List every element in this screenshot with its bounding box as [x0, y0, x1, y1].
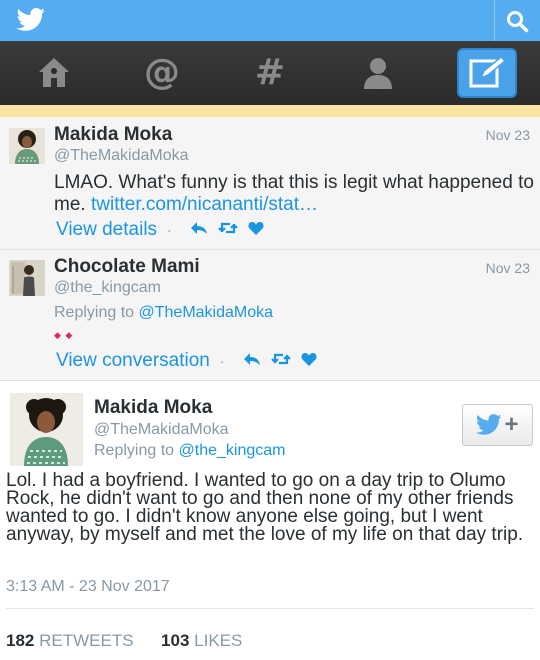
view-details-link[interactable]: View details — [56, 219, 157, 241]
retweets-label: RETWEETS — [39, 631, 134, 650]
separator-dot: · — [219, 353, 225, 369]
author-name[interactable]: Makida Moka — [94, 397, 212, 419]
like-count: 103 — [161, 631, 190, 650]
tweet-text: Lol. I had a boyfriend. I wanted to go o… — [6, 470, 524, 545]
tweet-date: Nov 23 — [485, 260, 530, 276]
nav-compose[interactable] — [457, 48, 517, 98]
retweets-stat[interactable]: 182 RETWEETS — [6, 631, 134, 650]
compose-icon — [469, 56, 507, 88]
tweet-date: Nov 23 — [485, 127, 530, 143]
retweet-icon[interactable] — [217, 221, 238, 240]
author-handle[interactable]: @the_kingcam — [54, 279, 161, 297]
replying-prefix: Replying to — [54, 304, 135, 321]
tweet-actions: View details · — [56, 219, 264, 241]
mentions-icon: @ — [144, 52, 180, 93]
avatar[interactable] — [9, 128, 45, 164]
reply-mention-link[interactable]: @the_kingcam — [179, 442, 286, 459]
twitter-bird-icon[interactable] — [16, 8, 46, 32]
search-icon — [507, 11, 529, 33]
retweet-icon[interactable] — [270, 352, 291, 371]
nav-mentions[interactable]: @ — [132, 49, 192, 97]
like-icon[interactable] — [248, 221, 264, 240]
divider — [6, 608, 534, 609]
like-icon[interactable] — [301, 352, 317, 371]
reply-icon[interactable] — [190, 221, 208, 240]
tweet-stats: 182 RETWEETS 103 LIKES — [6, 631, 242, 651]
nav-home[interactable] — [24, 49, 84, 97]
focused-tweet: Makida Moka @TheMakidaMoka Replying to @… — [0, 381, 540, 660]
likes-label: LIKES — [194, 631, 243, 650]
twitter-bird-icon — [476, 414, 503, 435]
likes-stat[interactable]: 103 LIKES — [161, 631, 242, 650]
replying-prefix: Replying to — [94, 442, 175, 459]
emoji-glyphs: ◆ ◆ — [54, 330, 74, 340]
highlight-strip — [0, 105, 540, 117]
replying-to: Replying to @TheMakidaMoka — [54, 304, 273, 322]
home-icon — [39, 58, 69, 87]
avatar[interactable] — [9, 260, 45, 296]
separator-dot: · — [167, 222, 172, 238]
author-handle[interactable]: @TheMakidaMoka — [54, 147, 189, 165]
top-bar — [0, 0, 540, 41]
avatar[interactable] — [10, 393, 83, 466]
author-name[interactable]: Makida Moka — [54, 124, 172, 146]
author-handle[interactable]: @TheMakidaMoka — [94, 421, 229, 439]
tweet-text: LMAO. What's funny is that this is legit… — [54, 172, 534, 216]
nav-discover[interactable]: # — [240, 49, 300, 97]
timeline-tweet[interactable]: Makida Moka @TheMakidaMoka Nov 23 LMAO. … — [0, 117, 540, 250]
nav-bar: @ # — [0, 41, 540, 105]
hashtag-icon: # — [254, 52, 286, 93]
tweet-link[interactable]: twitter.com/nicananti/stat… — [91, 194, 318, 215]
author-name[interactable]: Chocolate Mami — [54, 256, 200, 278]
plus-icon: + — [504, 411, 519, 438]
nav-profile[interactable] — [348, 49, 408, 97]
profile-icon — [364, 58, 392, 89]
tweet-timestamp[interactable]: 3:13 AM - 23 Nov 2017 — [6, 578, 170, 596]
follow-button[interactable]: + — [462, 404, 533, 446]
view-conversation-link[interactable]: View conversation — [56, 350, 210, 372]
tweet-actions: View conversation · — [56, 350, 317, 372]
retweet-count: 182 — [6, 631, 35, 650]
reply-mention-link[interactable]: @TheMakidaMoka — [139, 304, 274, 321]
replying-to: Replying to @the_kingcam — [94, 442, 285, 460]
timeline-tweet[interactable]: Chocolate Mami @the_kingcam Nov 23 Reply… — [0, 250, 540, 381]
search-button[interactable] — [494, 0, 540, 41]
reply-icon[interactable] — [243, 352, 261, 371]
